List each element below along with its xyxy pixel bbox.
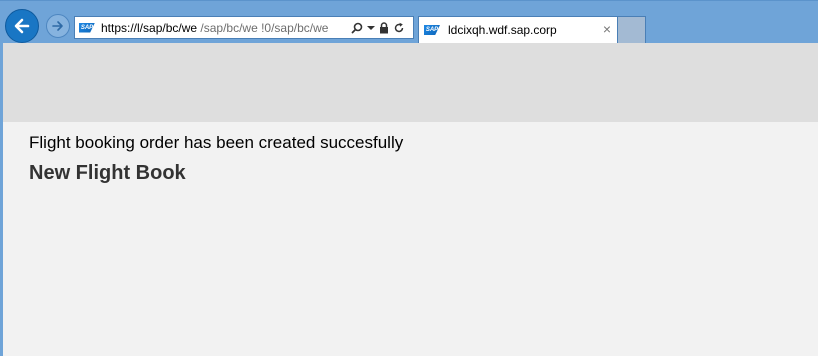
window-left-border — [0, 43, 3, 356]
forward-button[interactable] — [46, 14, 70, 38]
chrome-border — [0, 0, 818, 1]
dropdown-arrow-icon[interactable] — [367, 25, 375, 31]
search-icon[interactable] — [351, 22, 363, 34]
refresh-icon[interactable] — [393, 22, 405, 34]
address-bar[interactable]: SAP https://l/sap/bc/we /sap/bc/we !0/sa… — [74, 16, 414, 39]
forward-arrow-icon — [52, 21, 63, 31]
lock-icon[interactable] — [379, 21, 389, 34]
url-text[interactable]: https://l/sap/bc/we /sap/bc/we !0/sap/bc… — [101, 21, 349, 35]
back-button[interactable] — [5, 9, 39, 43]
success-message: Flight booking order has been created su… — [29, 133, 404, 152]
new-tab-button[interactable] — [618, 16, 646, 43]
browser-tab[interactable]: SAP ldcixqh.wdf.sap.corp × — [418, 16, 618, 43]
header-banner — [0, 43, 818, 122]
close-icon[interactable]: × — [603, 22, 611, 36]
url-host: https://l/sap/bc/we — [101, 20, 198, 35]
url-path: /sap/bc/we !0/sap/bc/we — [197, 20, 329, 35]
tab-title: ldcixqh.wdf.sap.corp — [448, 23, 557, 37]
back-arrow-icon — [14, 18, 30, 34]
address-bar-icons — [351, 21, 405, 34]
browser-chrome: SAP https://l/sap/bc/we /sap/bc/we !0/sa… — [0, 0, 818, 43]
sap-favicon-icon: SAP — [79, 22, 95, 33]
page-title: New Flight Book — [29, 162, 186, 184]
sap-favicon-icon: SAP — [424, 25, 440, 35]
